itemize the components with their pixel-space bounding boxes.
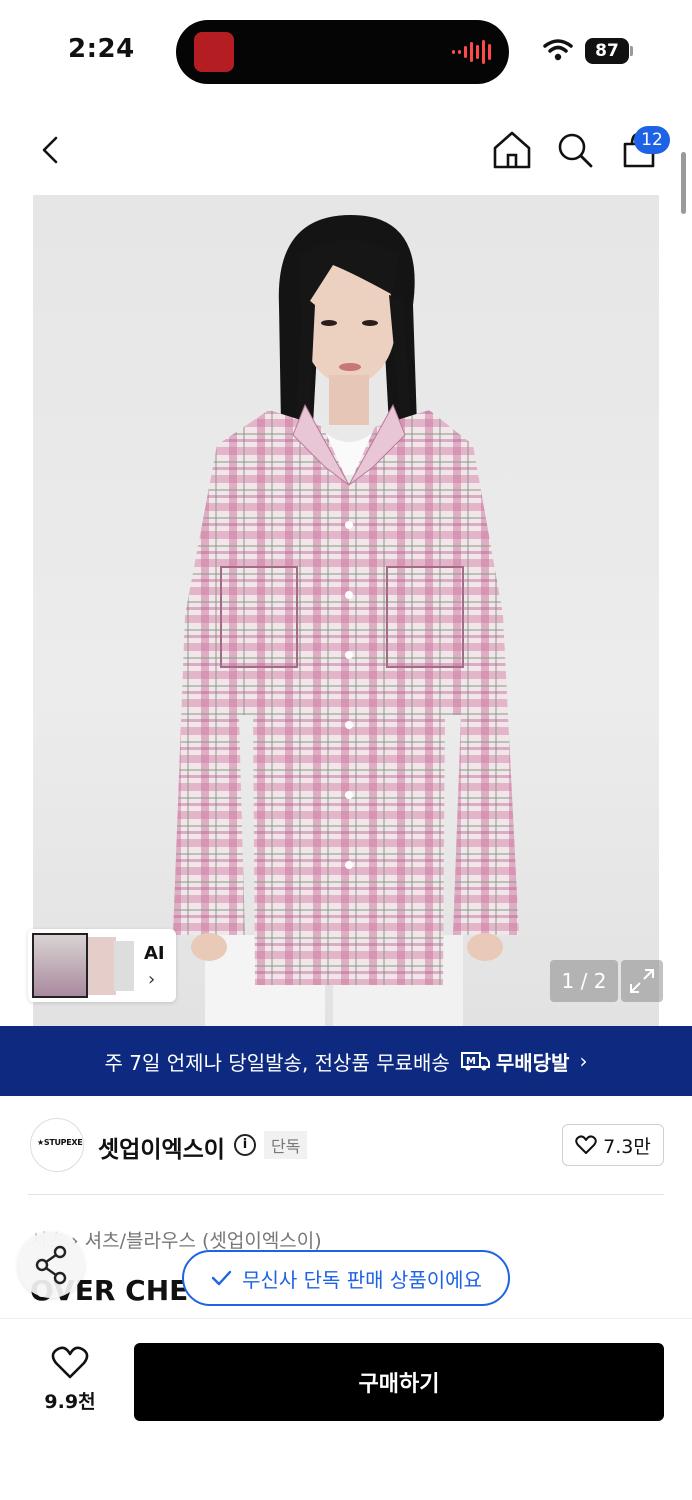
battery-indicator: 87 [585, 38, 629, 64]
ai-label: AI [144, 943, 165, 964]
exclusive-tag: 단독 [264, 1131, 308, 1159]
brand-logo[interactable]: ★STUPEXE [30, 1118, 84, 1172]
chevron-right-icon: › [148, 969, 156, 990]
brand-logo-text: ★STUPEXE [37, 1138, 83, 1147]
audio-wave-icon [452, 40, 491, 64]
scroll-indicator [681, 152, 686, 214]
divider [28, 1194, 664, 1195]
battery-tip [630, 46, 633, 56]
dynamic-island[interactable] [176, 20, 509, 84]
breadcrumb-category[interactable]: 셔츠/블라우스 (셋업이엑스이) [85, 1230, 322, 1252]
now-playing-artwork [194, 32, 234, 72]
expand-icon[interactable] [621, 960, 663, 1002]
image-pager: 1 / 2 [550, 960, 618, 1002]
exclusive-notice-text: 무신사 단독 판매 상품이에요 [242, 1267, 482, 1292]
shipping-banner-text: 주 7일 언제나 당일발송, 전상품 무료배송 [104, 1050, 450, 1075]
delivery-truck-icon: M [460, 1052, 490, 1071]
buy-button[interactable]: 구매하기 [134, 1343, 664, 1421]
wifi-icon [543, 39, 573, 61]
thumbnail-image [114, 941, 134, 991]
search-icon[interactable] [553, 128, 597, 172]
top-nav [0, 110, 692, 190]
free-shipping-label: 무배당발 [495, 1050, 570, 1075]
back-arrow-icon[interactable] [30, 128, 74, 172]
heart-icon [575, 1135, 597, 1154]
chevron-right-icon: › [579, 1049, 588, 1073]
info-icon[interactable]: i [234, 1134, 256, 1156]
brand-like-count: 7.3만 [603, 1135, 651, 1158]
brand-name[interactable]: 셋업이엑스이 [98, 1130, 225, 1164]
home-icon[interactable] [490, 128, 534, 172]
thumbnail-image [32, 933, 88, 998]
share-icon [35, 1245, 67, 1285]
status-bar: 2:24 87 [0, 0, 692, 100]
status-time: 2:24 [68, 34, 135, 64]
brand-like-button[interactable]: 7.3만 [562, 1124, 664, 1166]
cart-count-badge: 12 [634, 126, 670, 154]
check-icon [211, 1270, 232, 1286]
wishlist-button[interactable]: 9.9천 [30, 1345, 110, 1415]
bottom-action-bar: 9.9천 구매하기 [0, 1318, 692, 1500]
free-shipping-service: M 무배당발 [460, 1047, 570, 1076]
wishlist-count: 9.9천 [44, 1391, 96, 1413]
model-photo-illustration [173, 215, 519, 1027]
ai-similar-items-card[interactable]: AI › [28, 929, 176, 1002]
thumbnail-image [88, 937, 116, 995]
heart-icon [51, 1346, 89, 1379]
exclusive-notice-toast: 무신사 단독 판매 상품이에요 [182, 1250, 510, 1306]
share-button[interactable] [18, 1232, 84, 1298]
brand-row: ★STUPEXE 셋업이엑스이 i 단독 7.3만 [0, 1110, 692, 1180]
shipping-banner[interactable]: 주 7일 언제나 당일발송, 전상품 무료배송 M 무배당발 › [0, 1026, 692, 1096]
product-image[interactable] [33, 195, 659, 1027]
delivery-logo-letter: M [466, 1056, 476, 1067]
